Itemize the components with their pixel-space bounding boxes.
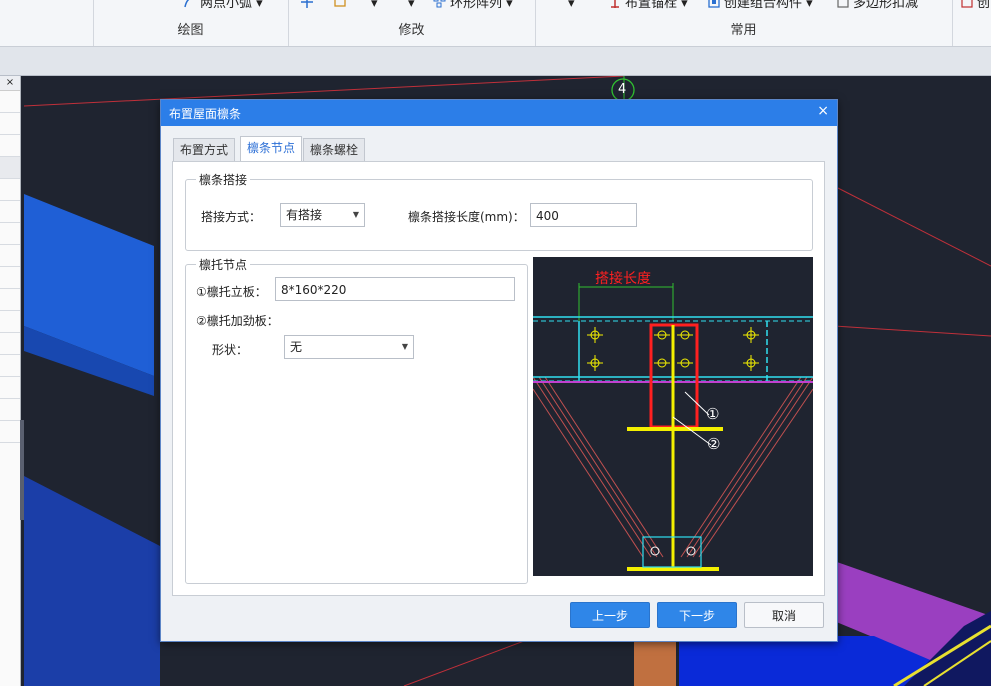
bracket-plate-input[interactable]: 8*160*220 <box>275 277 515 301</box>
lap-length-input[interactable]: 400 <box>530 203 637 227</box>
chevron-down-icon: ▾ <box>408 0 415 11</box>
prev-step-button[interactable]: 上一步 <box>570 602 650 628</box>
anchor-bolt-icon <box>608 0 622 9</box>
chevron-down-icon: ▾ <box>677 0 688 11</box>
tab-purlin-bolt[interactable]: 檩条螺栓 <box>303 138 366 161</box>
two-point-arc-tool[interactable]: 两点小弧 ▾ <box>183 0 263 13</box>
lap-length-dimension-label: 搭接长度 <box>595 271 651 287</box>
assembly-icon <box>707 0 721 9</box>
dialog-title: 布置屋面檩条 <box>169 107 242 121</box>
dialog-title-bar[interactable]: 布置屋面檩条 × <box>161 100 837 126</box>
chevron-down-icon: ▾ <box>502 0 513 11</box>
group-label-common: 常用 <box>730 23 757 38</box>
axis-number-label: 4 <box>618 82 627 97</box>
circular-array-tool[interactable]: 环形阵列 ▾ <box>433 0 513 13</box>
list-item[interactable] <box>0 311 20 333</box>
list-item[interactable] <box>0 179 20 201</box>
list-item[interactable] <box>0 421 20 443</box>
close-icon[interactable]: × <box>817 103 829 119</box>
arc-icon <box>183 0 197 9</box>
lap-group-legend: 檩条搭接 <box>196 171 251 188</box>
list-item[interactable] <box>0 245 20 267</box>
tab-content: 檩条搭接 搭接方式： 有搭接 ▼ 檩条搭接长度(mm)： 400 檩托节点 ①檩… <box>172 161 825 596</box>
chevron-down-icon: ▼ <box>401 342 408 351</box>
lap-mode-label: 搭接方式： <box>201 210 262 224</box>
tool-icon <box>960 0 974 9</box>
lap-group: 檩条搭接 搭接方式： 有搭接 ▼ 檩条搭接长度(mm)： 400 <box>185 171 813 251</box>
next-step-button[interactable]: 下一步 <box>657 602 737 628</box>
dropdown-1[interactable]: ▾ <box>371 0 378 13</box>
list-item[interactable] <box>0 91 20 113</box>
list-item[interactable] <box>0 135 20 157</box>
list-item[interactable] <box>0 267 20 289</box>
place-roof-purlin-dialog: 布置屋面檩条 × 布置方式 檩条节点 檩条螺栓 檩条搭接 搭接方式： 有搭接 ▼… <box>160 99 838 642</box>
list-item[interactable] <box>0 113 20 135</box>
lap-length-label: 檩条搭接长度(mm)： <box>408 210 525 224</box>
stiffener-label: ②檩托加劲板： <box>196 314 279 328</box>
ribbon-bottom-strip <box>0 47 991 76</box>
ribbon-toolbar: 两点小弧 ▾ ▾ ▾ 环形阵列 ▾ ▾ 布置锚栓 ▾ 创建组合构件 ▾ 多边形扣… <box>0 0 991 47</box>
tab-placement-method[interactable]: 布置方式 <box>173 138 236 161</box>
cancel-button[interactable]: 取消 <box>744 602 824 628</box>
list-item[interactable] <box>0 377 20 399</box>
copy-tool[interactable] <box>333 0 350 13</box>
node-diagram <box>532 283 814 571</box>
close-icon[interactable]: × <box>0 76 20 91</box>
property-panel[interactable]: × <box>0 76 21 686</box>
lap-mode-select[interactable]: 有搭接 ▼ <box>280 203 365 227</box>
list-item[interactable] <box>0 223 20 245</box>
dropdown-3[interactable]: ▾ <box>568 0 575 13</box>
marker-2: ② <box>707 435 721 453</box>
array-icon <box>433 0 447 9</box>
copy-icon <box>333 0 347 9</box>
list-item[interactable] <box>0 355 20 377</box>
list-item[interactable] <box>0 201 20 223</box>
create-assembly-tool[interactable]: 创建组合构件 ▾ <box>707 0 813 13</box>
move-icon <box>300 0 314 9</box>
list-item[interactable] <box>0 289 20 311</box>
node-preview-image: 搭接长度 ① ② <box>532 257 814 576</box>
chevron-down-icon: ▾ <box>802 0 813 11</box>
chevron-down-icon: ▾ <box>371 0 378 11</box>
list-item[interactable] <box>0 157 20 179</box>
ribbon-separator <box>952 0 953 46</box>
bracket-plate-label: ①檩托立板： <box>196 285 267 299</box>
truncated-tool[interactable]: 创 <box>960 0 990 13</box>
marker-1: ① <box>706 405 720 423</box>
chevron-down-icon: ▾ <box>252 0 263 11</box>
chevron-down-icon: ▼ <box>352 210 359 219</box>
tab-purlin-node[interactable]: 檩条节点 <box>240 136 303 161</box>
bracket-group-legend: 檩托节点 <box>196 256 251 273</box>
chevron-down-icon: ▾ <box>568 0 575 11</box>
bracket-group: 檩托节点 ①檩托立板： 8*160*220 ②檩托加劲板： 形状： 无 ▼ <box>185 256 528 584</box>
group-label-modify: 修改 <box>398 23 425 38</box>
polygon-icon <box>836 0 850 9</box>
list-item[interactable] <box>0 399 20 421</box>
dropdown-2[interactable]: ▾ <box>408 0 415 13</box>
shape-select[interactable]: 无 ▼ <box>284 335 414 359</box>
group-label-draw: 绘图 <box>177 23 204 38</box>
list-item[interactable] <box>0 333 20 355</box>
polygon-cutout-tool[interactable]: 多边形扣减 <box>836 0 918 13</box>
move-tool[interactable] <box>300 0 317 13</box>
place-anchor-bolt-tool[interactable]: 布置锚栓 ▾ <box>608 0 688 13</box>
shape-label: 形状： <box>212 343 249 357</box>
